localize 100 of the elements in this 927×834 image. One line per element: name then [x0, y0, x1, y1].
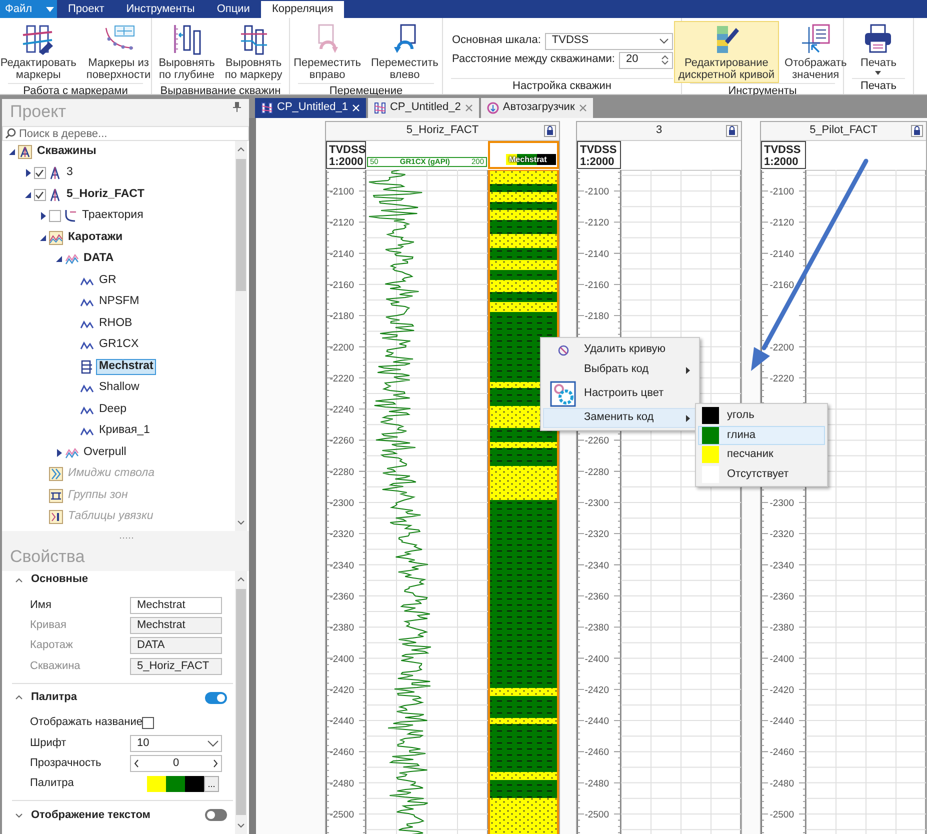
pin-icon[interactable] — [233, 102, 241, 112]
menu-item[interactable]: Удалить кривую — [543, 340, 697, 360]
depth-label: -2320 — [330, 529, 354, 540]
stepper-field[interactable]: 0 — [130, 755, 222, 772]
tree-item[interactable]: GR1CX — [96, 337, 142, 354]
depth-label: -2140 — [584, 248, 609, 260]
ribbon-tab[interactable]: Опции — [206, 1, 261, 18]
field-label: Имя — [30, 598, 52, 612]
scale-dropdown[interactable]: TVDSS — [544, 32, 673, 50]
depth-label: -2340 — [330, 560, 354, 572]
log-set-icon — [64, 252, 78, 266]
tree-item[interactable]: 5_Horiz_FACT — [64, 186, 148, 203]
tree-checkbox[interactable] — [49, 210, 61, 222]
lock-icon[interactable] — [911, 125, 923, 137]
ribbon-button[interactable]: Редактирование дискретной кривой — [674, 21, 779, 83]
tree-item[interactable]: 3 — [64, 165, 76, 182]
tree-item[interactable]: Overpull — [80, 444, 130, 461]
ribbon-button[interactable]: Маркеры из поверхности — [82, 21, 155, 83]
tree-item[interactable]: DATA — [80, 251, 117, 268]
document-tab[interactable]: CP_Untitled_2 — [368, 98, 479, 118]
field-label: Отображать название — [30, 716, 142, 730]
tree-item[interactable]: RHOB — [96, 316, 136, 332]
scale-ratio: 1:2000 — [329, 156, 363, 168]
menu-item[interactable]: Выбрать код — [543, 360, 697, 380]
lithology-column[interactable] — [488, 170, 559, 834]
tree-item[interactable]: GR — [96, 272, 120, 289]
tree-toggle-icon[interactable] — [24, 169, 32, 178]
menu-item[interactable]: Отсутствует — [698, 464, 825, 484]
tree-item[interactable]: Кривая_1 — [96, 423, 153, 440]
tree-checkbox[interactable] — [34, 167, 46, 180]
depth-label: -2340 — [770, 560, 794, 572]
text-field[interactable]: Mechstrat — [130, 596, 222, 614]
field-label: Кривая — [30, 618, 68, 632]
depth-label: -2440 — [330, 716, 354, 728]
scrollbar-thumb[interactable] — [236, 589, 246, 815]
chevron-icon[interactable] — [15, 695, 23, 700]
depth-label: -2420 — [584, 684, 609, 696]
toggle-switch[interactable] — [205, 809, 227, 822]
tree-item[interactable]: Каротажи — [65, 230, 126, 246]
menu-item[interactable]: Заменить код — [543, 408, 697, 428]
menu-item[interactable]: уголь — [698, 406, 825, 426]
ribbon-button[interactable]: Переместить вправо — [290, 21, 365, 83]
tree-item[interactable]: Mechstrat — [96, 358, 156, 375]
chevron-icon[interactable] — [15, 812, 23, 818]
well-folder-icon — [18, 144, 32, 159]
depth-label: -2180 — [330, 311, 354, 322]
tree-item[interactable]: Deep — [96, 402, 130, 418]
lock-icon[interactable] — [544, 125, 556, 137]
chevron-right-icon — [213, 759, 218, 768]
menu-item[interactable]: Настроить цвет — [543, 380, 697, 408]
lock-icon[interactable] — [726, 125, 738, 137]
font-size-dropdown[interactable]: 10 — [130, 734, 222, 752]
ribbon-button[interactable]: Выровнять по глубине — [154, 21, 219, 83]
ribbon-button[interactable]: Печать — [856, 21, 901, 78]
checkbox[interactable] — [142, 716, 154, 729]
tree-item[interactable]: Shallow — [96, 380, 142, 396]
menu-item[interactable]: глина — [698, 426, 825, 445]
document-tab[interactable]: CP_Untitled_1 — [255, 98, 366, 118]
depth-label: -2320 — [770, 529, 794, 540]
scroll-down-icon — [237, 823, 245, 828]
scrollbar-thumb[interactable] — [236, 159, 246, 291]
well-title: 5_Pilot_FACT — [810, 124, 878, 138]
ribbon-tab[interactable]: Проект — [57, 1, 116, 18]
discrete-log-icon — [80, 360, 94, 374]
more-button[interactable]: ... — [204, 776, 219, 792]
correlation-icon — [374, 102, 386, 114]
menu-item[interactable]: песчаник — [698, 445, 825, 464]
spacing-spinbox[interactable]: 20 — [618, 52, 673, 68]
tree-toggle-icon[interactable] — [24, 190, 32, 199]
ribbon-tab[interactable]: Корреляция — [260, 1, 344, 18]
tree-item[interactable]: NPSFM — [96, 294, 142, 310]
tree-toggle-icon[interactable] — [39, 234, 47, 242]
depth-label: -2140 — [330, 248, 354, 260]
scrollbar[interactable] — [235, 141, 247, 531]
tree-item[interactable]: Скважины — [34, 144, 100, 160]
search-field[interactable]: Поиск в дереве... — [2, 126, 249, 141]
field-label: Расстояние между скважинами: — [452, 53, 615, 67]
tree-toggle-icon[interactable] — [54, 448, 62, 457]
tree-item[interactable]: Траектория — [79, 208, 146, 224]
depth-label: -2320 — [584, 529, 609, 540]
scrollbar[interactable] — [235, 571, 247, 834]
trajectory-icon — [63, 209, 77, 224]
tree-toggle-icon[interactable] — [54, 255, 62, 264]
depth-label: -2380 — [770, 622, 794, 634]
ribbon-button[interactable]: Выровнять по маркеру — [220, 21, 286, 83]
depth-label: -2360 — [770, 591, 794, 602]
document-tab[interactable]: Автозагрузчик — [480, 98, 593, 118]
toggle-switch[interactable] — [205, 692, 227, 704]
ribbon-tab[interactable]: Инструменты — [115, 1, 206, 18]
ribbon-button[interactable]: Редактировать маркеры — [0, 21, 80, 83]
ribbon-button[interactable]: Переместить влево — [367, 21, 442, 83]
tree-toggle-icon[interactable] — [8, 148, 16, 156]
depth-label: -2120 — [770, 218, 794, 229]
tree-toggle-icon[interactable] — [39, 212, 47, 220]
depth-label: -2120 — [330, 218, 354, 229]
caret-icon — [46, 6, 54, 12]
ribbon-button[interactable]: Отображать значения — [780, 21, 851, 83]
file-menu-button[interactable]: Файл — [0, 0, 57, 18]
chevron-icon[interactable] — [15, 578, 23, 582]
tree-checkbox[interactable] — [34, 188, 46, 201]
